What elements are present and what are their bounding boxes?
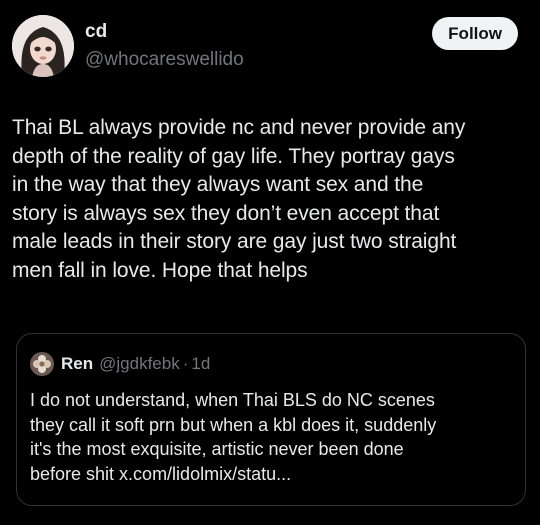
doll-avatar-icon — [12, 15, 74, 77]
quoted-separator: · — [182, 354, 189, 373]
post-text-line: male leads in their story are gay just t… — [12, 230, 457, 253]
quoted-author-name[interactable]: Ren — [61, 354, 93, 374]
quoted-author-avatar[interactable] — [30, 352, 54, 376]
post-text-line: depth of the reality of gay life. They p… — [12, 144, 455, 168]
quoted-text-line: they call it soft prn but when a kbl doe… — [30, 414, 437, 435]
author-handle[interactable]: @whocareswellido — [85, 48, 244, 72]
follow-button[interactable]: Follow — [432, 17, 518, 50]
quoted-post-header: Ren @jgdkfebk · 1d — [30, 352, 210, 376]
author-display-name[interactable]: cd — [85, 20, 107, 44]
post-text-line: men fall in love. Hope that helps — [12, 258, 308, 282]
quoted-post-text: I do not understand, when Thai BLS do NC… — [30, 388, 520, 486]
quoted-text-line: it's the most exquisite, artistic never … — [30, 439, 404, 459]
post-text-line: in the way that they always want sex and… — [12, 173, 424, 196]
post-text: Thai BL always provide nc and never prov… — [12, 114, 527, 285]
post: cd @whocareswellido Follow Thai BL alway… — [0, 0, 540, 525]
post-text-line: story is always sex they don’t even acce… — [12, 201, 440, 225]
author-avatar[interactable] — [12, 15, 74, 77]
quoted-author-handle[interactable]: @jgdkfebk — [99, 354, 180, 374]
flower-avatar-icon — [30, 352, 54, 376]
quoted-post-card[interactable]: Ren @jgdkfebk · 1d I do not understand, … — [16, 333, 526, 506]
quoted-post-time[interactable]: 1d — [191, 354, 210, 374]
quoted-text-line: I do not understand, when Thai BLS do NC… — [30, 390, 435, 410]
post-text-line: Thai BL always provide nc and never prov… — [12, 116, 466, 139]
quoted-text-line: before shit x.com/lidolmix/statu... — [30, 463, 292, 484]
